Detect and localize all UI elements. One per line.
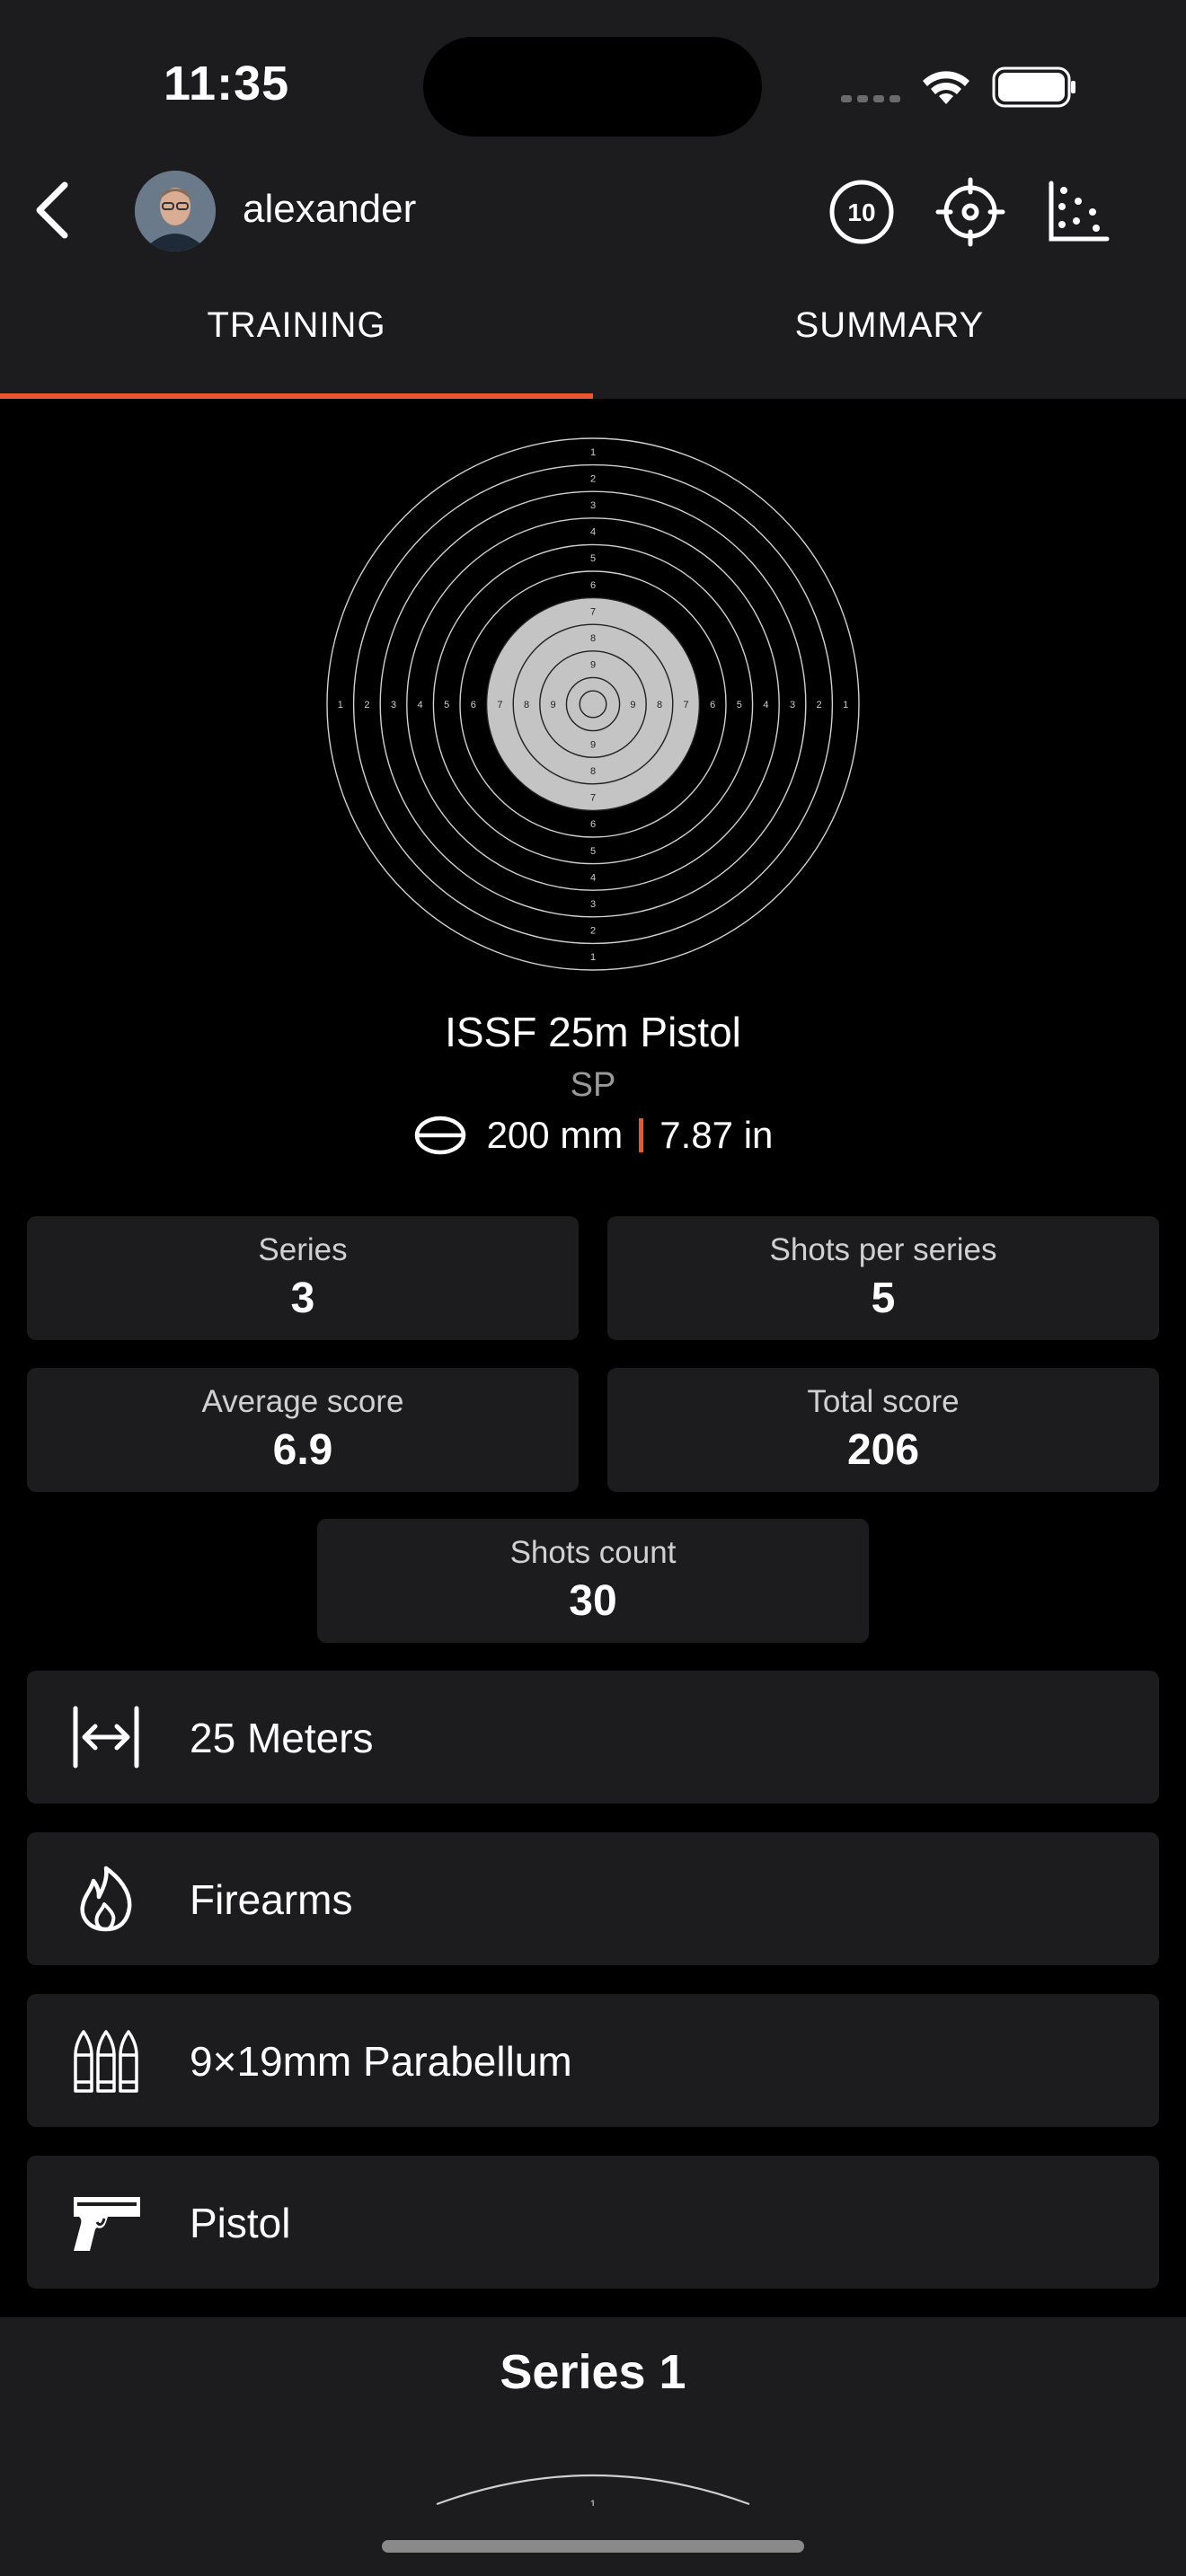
ring-label: 3 <box>590 899 596 910</box>
ring-label: 7 <box>590 606 596 617</box>
active-tab-indicator <box>0 393 593 399</box>
stat-value: 6.9 <box>272 1426 333 1474</box>
dynamic-island <box>423 37 762 137</box>
stat-label: Shots per series <box>769 1232 997 1267</box>
ring-label: 9 <box>551 700 556 710</box>
tab-summary[interactable]: SUMMARY <box>593 305 1186 346</box>
status-icons <box>841 66 1075 108</box>
battery-icon <box>992 66 1075 108</box>
user-photo <box>135 171 216 251</box>
ring-label: 7 <box>590 793 596 804</box>
stat-average-score: Average score 6.9 <box>27 1368 579 1492</box>
stat-shots-count: Shots count 30 <box>317 1519 869 1643</box>
back-icon[interactable] <box>27 178 81 243</box>
username[interactable]: alexander <box>243 187 416 232</box>
series-target-preview: 1 <box>436 2474 750 2506</box>
ring-label: 8 <box>657 700 662 710</box>
detail-distance[interactable]: 25 Meters <box>27 1671 1159 1804</box>
ring-label: 4 <box>763 700 768 710</box>
diameter-icon <box>414 1116 465 1155</box>
ring-label: 9 <box>590 739 596 750</box>
ring-label: 4 <box>590 527 596 538</box>
ring-label: 8 <box>590 766 596 777</box>
ammo-icon <box>74 2030 138 2093</box>
stat-series: Series 3 <box>27 1216 579 1340</box>
target-black-zone <box>486 597 700 811</box>
fire-icon <box>80 1866 132 1932</box>
score-ten-icon[interactable]: 10 <box>826 176 898 248</box>
avatar[interactable] <box>135 171 216 251</box>
score-badge-text: 10 <box>847 198 875 226</box>
detail-label: Firearms <box>190 1876 353 1923</box>
detail-label: Pistol <box>190 2200 291 2246</box>
detail-category[interactable]: Firearms <box>27 1832 1159 1965</box>
ring-label: 6 <box>471 700 476 710</box>
ring-label: 7 <box>497 700 502 710</box>
ring-label: 2 <box>590 473 596 484</box>
ring-label: 1 <box>338 700 343 710</box>
ring-label: 6 <box>590 580 596 591</box>
target-size: 200 mm 7.87 in <box>0 1114 1186 1157</box>
ring-label: 2 <box>817 700 822 710</box>
ring-label: 3 <box>590 500 596 511</box>
stat-value: 3 <box>290 1275 315 1322</box>
ring-label: 2 <box>590 926 596 937</box>
stat-label: Average score <box>201 1384 404 1419</box>
stat-label: Total score <box>807 1384 960 1419</box>
ring-label: 3 <box>391 700 396 710</box>
ring-label: 4 <box>590 872 596 883</box>
detail-label: 9×19mm Parabellum <box>190 2038 572 2085</box>
scatter-plot-icon[interactable] <box>1042 176 1114 248</box>
pistol-icon <box>74 2197 140 2251</box>
stat-total-score: Total score 206 <box>607 1368 1159 1492</box>
stat-shots-per-series: Shots per series 5 <box>607 1216 1159 1340</box>
ring-label: 1 <box>590 447 596 458</box>
ring-label: 5 <box>590 553 596 564</box>
ring-label: 5 <box>444 700 449 710</box>
status-time: 11:35 <box>164 57 290 110</box>
partial-ring-label: 1 <box>590 2498 597 2506</box>
stat-value: 206 <box>846 1426 920 1474</box>
ring-label: 1 <box>843 700 848 710</box>
size-in: 7.87 in <box>659 1114 774 1156</box>
ring-label: 5 <box>737 700 742 710</box>
ring-label: 4 <box>418 700 423 710</box>
ring-label: 6 <box>590 819 596 830</box>
tab-training[interactable]: TRAINING <box>0 305 593 346</box>
ring-label: 8 <box>590 633 596 644</box>
ring-label: 3 <box>790 700 795 710</box>
ring-label: 6 <box>710 700 715 710</box>
home-indicator[interactable] <box>382 2540 804 2553</box>
ring-label: 9 <box>590 660 596 671</box>
detail-ammo[interactable]: 9×19mm Parabellum <box>27 1994 1159 2127</box>
stat-value: 30 <box>569 1577 617 1625</box>
detail-label: 25 Meters <box>190 1715 374 1761</box>
stat-label: Series <box>258 1232 348 1267</box>
ring-label: 7 <box>684 700 689 710</box>
target-face[interactable]: 1 1 1 1 2 2 2 2 3 3 3 3 4 4 4 4 5 5 5 5 6 6 6 6 7 7 7 7 8 8 8 8 9 9 9 9 <box>323 435 863 974</box>
stat-label: Shots count <box>509 1535 677 1570</box>
series-title: Series 1 <box>500 2345 686 2399</box>
target-subtitle: SP <box>570 1066 616 1104</box>
ring-label: 1 <box>590 952 596 963</box>
size-mm: 200 mm <box>486 1114 624 1156</box>
target-title: ISSF 25m Pistol <box>445 1009 741 1055</box>
cellular-signal-icon <box>841 95 900 102</box>
ring-label: 5 <box>590 846 596 857</box>
stat-value: 5 <box>871 1275 896 1322</box>
wifi-icon <box>923 71 969 104</box>
ring-label: 2 <box>364 700 369 710</box>
ring-label: 9 <box>630 700 635 710</box>
size-separator <box>639 1118 644 1152</box>
crosshair-icon[interactable] <box>934 176 1006 248</box>
distance-icon <box>73 1706 139 1769</box>
ring-label: 8 <box>524 700 529 710</box>
detail-weapon[interactable]: Pistol <box>27 2156 1159 2289</box>
